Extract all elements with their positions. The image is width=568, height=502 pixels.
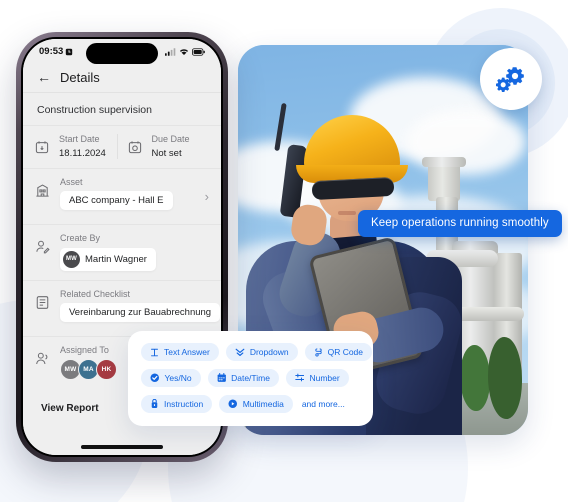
alarm-icon — [65, 48, 73, 56]
page-title: Details — [60, 69, 100, 85]
chip-qr-code[interactable]: QR Code — [304, 343, 373, 361]
app-logo-badge — [480, 48, 542, 110]
promo-hero-stage: Keep operations running smoothly 09:53 ←… — [0, 0, 568, 502]
chip-dropdown[interactable]: Dropdown — [225, 343, 298, 361]
walkie-talkie-antenna — [274, 102, 287, 152]
chip-label: Number — [309, 373, 340, 383]
chip-label: Yes/No — [164, 373, 192, 383]
chip-yes-no[interactable]: Yes/No — [141, 369, 201, 387]
created-by-body: Create By MW Martin Wagner — [60, 233, 209, 271]
chip-label: Instruction — [164, 399, 204, 409]
calendar-icon — [217, 373, 227, 383]
asset-label: Asset — [60, 177, 83, 187]
created-by-value[interactable]: MW Martin Wagner — [60, 247, 156, 271]
dynamic-island — [86, 43, 158, 64]
status-bar: 09:53 — [23, 39, 221, 64]
instruction-icon — [150, 399, 159, 409]
user-edit-icon — [35, 233, 51, 254]
question-types-row: Yes/No Date/Time Number — [141, 369, 360, 387]
question-types-row: Text Answer Dropdown QR Code — [141, 343, 373, 361]
question-types-card: Text Answer Dropdown QR Code Yes/No Date… — [128, 331, 373, 426]
dates-row: Start Date 18.11.2024 Due Date Not set — [35, 134, 209, 159]
gears-logo-icon — [496, 65, 526, 93]
and-more-label[interactable]: and more... — [300, 399, 345, 409]
factory-icon — [35, 177, 51, 198]
start-date-value: 18.11.2024 — [59, 148, 106, 159]
chip-number[interactable]: Number — [285, 369, 349, 387]
chip-label: Date/Time — [231, 373, 270, 383]
home-indicator — [81, 445, 163, 449]
chip-instruction[interactable]: Instruction — [141, 395, 213, 413]
chip-multimedia[interactable]: Multimedia — [219, 395, 293, 413]
created-by-name: Martin Wagner — [85, 253, 147, 265]
asset-section[interactable]: Asset ABC company - Hall E › — [23, 168, 221, 224]
related-checklist-section: Related Checklist Vereinbarung zur Bauab… — [23, 279, 221, 336]
avatar: MW — [63, 250, 80, 268]
checklist-icon — [35, 289, 51, 310]
created-by-label: Create By — [60, 233, 101, 243]
start-date-body: Start Date 18.11.2024 — [59, 134, 117, 159]
related-checklist-value[interactable]: Vereinbarung zur Bauabrechnung — [60, 302, 221, 322]
play-circle-icon — [228, 399, 238, 409]
chip-label: Multimedia — [242, 399, 284, 409]
wifi-icon — [179, 48, 189, 56]
worker-mouth — [338, 211, 356, 215]
chip-label: Text Answer — [164, 347, 210, 357]
related-checklist-body: Related Checklist Vereinbarung zur Bauab… — [60, 288, 221, 327]
calendar-clock-icon — [128, 134, 144, 154]
status-bar-time: 09:53 — [39, 46, 64, 57]
back-arrow-icon[interactable]: ← — [37, 70, 51, 84]
check-circle-icon — [150, 373, 160, 383]
dates-section: Start Date 18.11.2024 Due Date Not set — [23, 125, 221, 168]
start-date-field[interactable]: Start Date 18.11.2024 — [35, 134, 117, 159]
status-bar-right — [165, 47, 205, 56]
chip-text-answer[interactable]: Text Answer — [141, 343, 219, 361]
created-by-section: Create By MW Martin Wagner — [23, 224, 221, 280]
text-cursor-icon — [150, 348, 159, 357]
avatar: HK — [96, 358, 117, 380]
cellular-signal-icon — [165, 47, 176, 56]
asset-value[interactable]: ABC company - Hall E — [60, 191, 173, 210]
due-date-field[interactable]: Due Date Not set — [116, 134, 210, 159]
due-date-value: Not set — [151, 148, 182, 159]
users-icon — [35, 345, 51, 366]
screen-navbar: ← Details — [23, 62, 221, 93]
qr-code-icon — [314, 347, 323, 357]
number-sliders-icon — [295, 373, 305, 383]
chip-date-time[interactable]: Date/Time — [207, 369, 279, 387]
chevron-right-icon[interactable]: › — [201, 189, 209, 204]
related-checklist-label: Related Checklist — [60, 288, 131, 299]
tooltip-banner: Keep operations running smoothly — [358, 210, 562, 237]
start-date-label: Start Date — [59, 134, 100, 144]
status-bar-left: 09:53 — [39, 46, 73, 57]
calendar-download-icon — [35, 134, 51, 154]
due-date-label: Due Date — [151, 134, 190, 144]
chip-label: Dropdown — [249, 347, 289, 357]
due-date-body: Due Date Not set — [152, 134, 210, 159]
asset-body: Asset ABC company - Hall E — [60, 177, 192, 215]
task-title: Construction supervision — [23, 93, 221, 125]
battery-icon — [192, 47, 205, 56]
dropdown-chevrons-icon — [235, 348, 245, 357]
question-types-row: Instruction Multimedia and more... — [141, 395, 360, 413]
chip-label: QR Code — [327, 347, 364, 357]
